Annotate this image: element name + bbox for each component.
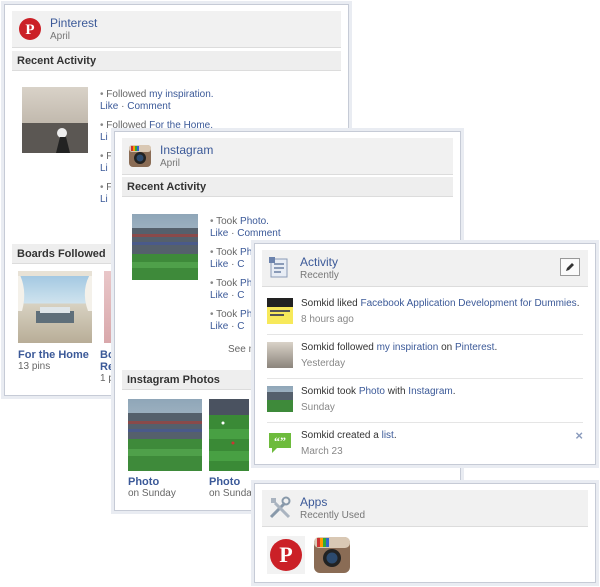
activity-link[interactable]: Photo. [240,216,269,227]
stadium-thumbnail[interactable] [267,386,293,412]
apps-panel: Apps Recently Used P [254,483,596,583]
board-caption-for-the-home: For the Home 13 pins [18,349,89,372]
comment-link[interactable]: Comment [237,228,280,239]
book-thumbnail[interactable] [267,298,293,324]
pinterest-header: P Pinterest April [12,11,341,48]
activity-header: Activity Recently [262,250,588,287]
like-link[interactable]: Like [210,290,228,301]
feed-timestamp: Sunday [301,402,335,413]
board-image-for-the-home[interactable] [18,271,92,343]
feed-item-4: “” Somkid created a list. March 23 × [267,426,583,464]
like-link[interactable]: Like [210,228,228,239]
close-icon[interactable]: × [575,428,583,443]
edit-button[interactable] [560,258,580,276]
activity-title[interactable]: Activity [300,255,338,269]
comment-link[interactable]: Comment [127,101,170,112]
feed-link[interactable]: Instagram [408,386,452,397]
pinterest-subtitle: April [50,31,71,42]
feed-item-3: Somkid took Photo with Instagram. Sunday [267,382,583,423]
svg-text:“”: “” [274,434,286,448]
like-link[interactable]: Like [100,101,118,112]
activity-feed-icon [269,257,288,278]
pinterest-activity-item-1: • Followed my inspiration. Like · Commen… [100,89,214,112]
feed-item-1: Somkid liked Facebook Application Develo… [267,294,583,335]
pinterest-app-icon[interactable]: P [267,536,305,574]
instagram-app-icon[interactable] [313,536,351,574]
activity-link[interactable]: For the Home. [149,120,213,131]
quote-bubble-icon: “” [269,433,291,453]
svg-text:P: P [25,22,34,38]
instagram-title[interactable]: Instagram [160,143,213,157]
like-link[interactable]: Li [100,194,108,205]
like-link[interactable]: Li [100,132,108,143]
like-link[interactable]: Like [210,259,228,270]
activity-link[interactable]: my inspiration. [149,89,213,100]
feed-link[interactable]: Facebook Application Development for Dum… [360,298,576,309]
apps-header: Apps Recently Used [262,490,588,527]
feed-timestamp: Yesterday [301,358,346,369]
board-title-link[interactable]: For the Home [18,349,89,361]
tools-icon [269,496,291,519]
instagram-activity-image[interactable] [132,214,198,280]
board-caption-second: Bo Re 1 p [100,349,115,384]
photo-thumbnail[interactable] [267,342,293,368]
feed-link[interactable]: list [382,430,394,441]
instagram-subtitle: April [160,158,181,169]
instagram-logo-icon [129,145,151,167]
instagram-photo-1[interactable] [128,399,202,471]
activity-panel: Activity Recently Somkid liked Facebook … [254,243,596,465]
pinterest-recent-activity-heading: Recent Activity [12,51,341,71]
pencil-icon [566,263,574,271]
svg-text:P: P [279,542,292,567]
instagram-activity-item-2: • Took Ph Like · C [210,247,253,270]
apps-subtitle: Recently Used [300,510,366,521]
photo-title-link[interactable]: Photo [209,476,257,488]
board-image-second[interactable] [104,271,112,343]
feed-timestamp: March 23 [301,446,343,457]
see-more-link[interactable]: See m [228,344,257,356]
board-title-link[interactable]: Bo [100,349,115,361]
photo-title-link[interactable]: Photo [128,476,176,488]
feed-link[interactable]: Photo [359,386,385,397]
feed-link[interactable]: my inspiration [377,342,439,353]
instagram-header: Instagram April [122,138,453,175]
feed-link[interactable]: Pinterest [455,342,494,353]
instagram-photo-2-caption: Photo on Sunday [209,476,257,499]
apps-title[interactable]: Apps [300,495,327,509]
instagram-activity-item-1: • Took Photo. Like · Comment [210,216,281,239]
instagram-activity-item-3: • Took Ph Like · C [210,278,253,301]
instagram-photo-1-caption: Photo on Sunday [128,476,176,499]
activity-subtitle: Recently [300,270,339,281]
pinterest-activity-image[interactable] [22,87,88,153]
instagram-photo-2[interactable] [209,399,249,471]
instagram-activity-item-4: • Took Ph Like · C [210,309,253,332]
pinterest-title[interactable]: Pinterest [50,16,97,30]
like-link[interactable]: Like [210,321,228,332]
feed-item-2: Somkid followed my inspiration on Pinter… [267,338,583,379]
like-link[interactable]: Li [100,163,108,174]
instagram-recent-activity-heading: Recent Activity [122,177,453,197]
feed-timestamp: 8 hours ago [301,314,354,325]
pinterest-logo-icon: P [19,18,41,40]
